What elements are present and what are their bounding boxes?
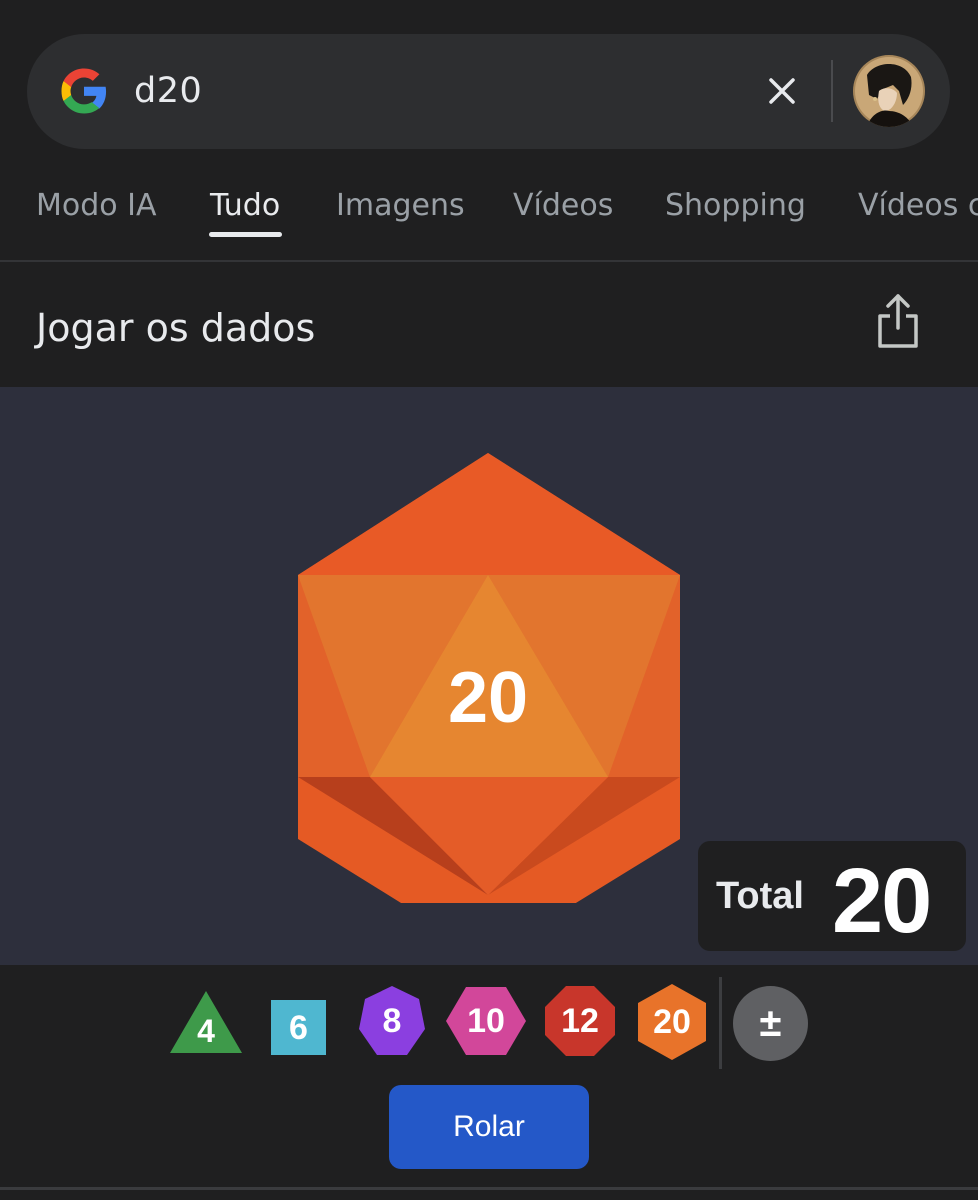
tab-videos-curtos[interactable]: Vídeos c [858, 188, 978, 223]
d10-label: 10 [467, 1002, 505, 1040]
d6-button[interactable]: 6 [271, 1000, 326, 1055]
d6-label: 6 [289, 1009, 308, 1047]
card-title: Jogar os dados [36, 306, 316, 350]
google-logo-icon [61, 68, 107, 114]
tab-modo-ia[interactable]: Modo IA [36, 188, 157, 223]
search-input[interactable]: d20 [134, 71, 202, 111]
search-divider [831, 60, 833, 122]
total-panel: Total 20 [698, 841, 966, 952]
avatar[interactable] [853, 55, 925, 127]
tab-videos[interactable]: Vídeos [513, 188, 613, 223]
d8-label: 8 [382, 1002, 402, 1040]
d12-label: 12 [561, 1002, 599, 1040]
search-bar[interactable]: d20 [27, 34, 950, 149]
d4-label: 4 [197, 1013, 215, 1049]
bottom-divider [0, 1187, 978, 1190]
d20-label: 20 [653, 1003, 691, 1041]
selector-divider [719, 977, 722, 1069]
active-tab-indicator [209, 232, 282, 237]
modifier-button[interactable]: ± [733, 986, 808, 1061]
roll-button[interactable]: Rolar [389, 1085, 589, 1169]
share-icon[interactable] [876, 292, 920, 350]
tabs-divider [0, 260, 978, 262]
d10-button[interactable]: 10 [446, 985, 526, 1057]
d4-button[interactable]: 4 [168, 989, 244, 1055]
total-label: Total [716, 875, 804, 917]
dice-stage: 20 Total 20 [0, 387, 978, 965]
tab-imagens[interactable]: Imagens [336, 188, 465, 223]
dice-selector: 4 6 8 10 12 20 ± Rolar [0, 965, 978, 1185]
d20-button[interactable]: 20 [637, 983, 707, 1061]
avatar-image [853, 55, 925, 127]
search-tabs: Modo IA Tudo Imagens Vídeos Shopping Víd… [0, 180, 978, 240]
rolled-die-value: 20 [447, 658, 529, 738]
d8-button[interactable]: 8 [359, 985, 425, 1057]
tab-shopping[interactable]: Shopping [665, 188, 806, 223]
tab-tudo[interactable]: Tudo [210, 188, 280, 223]
total-value: 20 [832, 850, 932, 952]
d12-button[interactable]: 12 [544, 985, 616, 1057]
close-icon[interactable] [761, 70, 803, 112]
